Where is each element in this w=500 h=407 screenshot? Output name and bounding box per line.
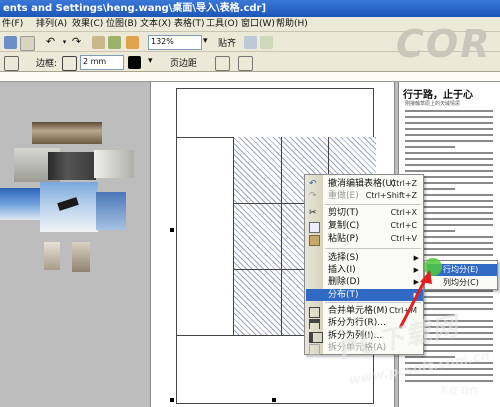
selection-handle[interactable] <box>170 228 174 232</box>
redo-icon[interactable]: ↷ <box>70 36 83 49</box>
menu-item-paste[interactable]: 粘贴(P) Ctrl+V <box>305 233 423 246</box>
image-landscape-1[interactable] <box>32 122 102 144</box>
save-icon[interactable] <box>4 36 17 49</box>
article-text-line <box>405 110 493 112</box>
grid-icon[interactable] <box>260 36 273 49</box>
outline-label: 边框: <box>36 59 58 69</box>
corel-logo: COR <box>396 24 492 64</box>
article-text-line <box>405 158 493 160</box>
border-select-icon[interactable] <box>62 56 77 71</box>
snap-to-label[interactable]: 贴齐 <box>218 36 236 49</box>
article-text-line <box>405 122 493 124</box>
menu-item-cut[interactable]: ✂ 剪切(T) Ctrl+X <box>305 207 423 219</box>
window-title-bar: ents and Settings\heng.wang\桌面\导入\表格.cdr… <box>0 0 500 17</box>
drawing-canvas[interactable]: 行于路，止于心 刚接触草原上的天域情思 <box>0 82 500 407</box>
window-title: ents and Settings\heng.wang\桌面\导入\表格.cdr… <box>3 3 267 14</box>
article-text-line <box>405 170 493 172</box>
menu-tools[interactable]: 工具(O) <box>206 18 238 31</box>
submenu-arrow-icon: ▶ <box>413 254 419 262</box>
image-light[interactable] <box>94 150 134 178</box>
article-text-line <box>405 128 493 130</box>
undo-icon[interactable]: ↶ <box>44 36 57 49</box>
watermark-subtitle: 系统·软件 <box>440 387 479 397</box>
article-text-line <box>405 164 493 166</box>
application-launcher-icon[interactable] <box>126 36 139 49</box>
menu-bitmaps[interactable]: 位图(B) <box>106 18 137 31</box>
selection-handle[interactable] <box>170 398 174 402</box>
menu-help[interactable]: 帮助(H) <box>276 18 308 31</box>
selection-handle[interactable] <box>272 398 276 402</box>
image-snow-sky[interactable] <box>0 188 42 220</box>
menu-item-select[interactable]: 选择(S) ▶ <box>305 252 423 264</box>
menu-table[interactable]: 表格(T) <box>174 18 205 31</box>
split-cell-icon <box>309 344 320 355</box>
wrap-icon[interactable] <box>238 56 253 71</box>
menu-item-copy[interactable]: 复制(C) Ctrl+C <box>305 220 423 233</box>
options-icon[interactable] <box>244 36 257 49</box>
article-text-line <box>405 152 493 154</box>
image-dark[interactable] <box>48 152 96 180</box>
table-rows-icon[interactable] <box>4 56 19 71</box>
menu-file[interactable]: 件(F) <box>2 18 23 31</box>
article-text-line <box>405 134 493 136</box>
align-icon[interactable] <box>215 56 230 71</box>
article-heading: 行于路，止于心 <box>403 90 473 101</box>
export-icon[interactable] <box>108 36 121 49</box>
paste-icon <box>309 235 320 246</box>
cut-icon[interactable] <box>20 36 35 51</box>
outline-color-dropdown-icon[interactable]: ▾ <box>148 56 153 66</box>
menu-arrange[interactable]: 排列(A) <box>36 18 67 31</box>
outline-width-field[interactable]: 2 mm <box>80 55 124 70</box>
image-blue[interactable] <box>96 192 126 230</box>
article-text-line <box>405 146 455 148</box>
undo-icon: ↶ <box>309 179 317 189</box>
cut-icon: ✂ <box>309 208 317 218</box>
menu-effects[interactable]: 效果(C) <box>72 18 103 31</box>
image-plant-2[interactable] <box>72 242 90 272</box>
image-plant-1[interactable] <box>44 242 60 270</box>
article-text-line <box>405 380 493 382</box>
article-text-line <box>405 116 493 118</box>
outline-color-swatch[interactable] <box>128 56 141 69</box>
horizontal-ruler[interactable] <box>0 72 500 82</box>
zoom-dropdown-icon[interactable]: ▾ <box>203 36 208 46</box>
menu-window[interactable]: 窗口(W) <box>241 18 275 31</box>
article-subheading: 刚接触草原上的天域情思 <box>405 101 461 107</box>
menu-text[interactable]: 文本(X) <box>140 18 171 31</box>
page-margin-label[interactable]: 页边距 <box>170 56 197 69</box>
article-text-line <box>405 140 493 142</box>
redo-icon: ↷ <box>309 191 317 201</box>
import-icon[interactable] <box>92 36 105 49</box>
zoom-level-field[interactable]: 132% <box>148 35 202 50</box>
menu-item-undo[interactable]: ↶ 撤消编辑表格(U) Ctrl+Z <box>305 178 423 190</box>
menu-item-redo[interactable]: ↷ 重做(E) Ctrl+Shift+Z <box>305 190 423 202</box>
copy-icon <box>309 222 320 233</box>
